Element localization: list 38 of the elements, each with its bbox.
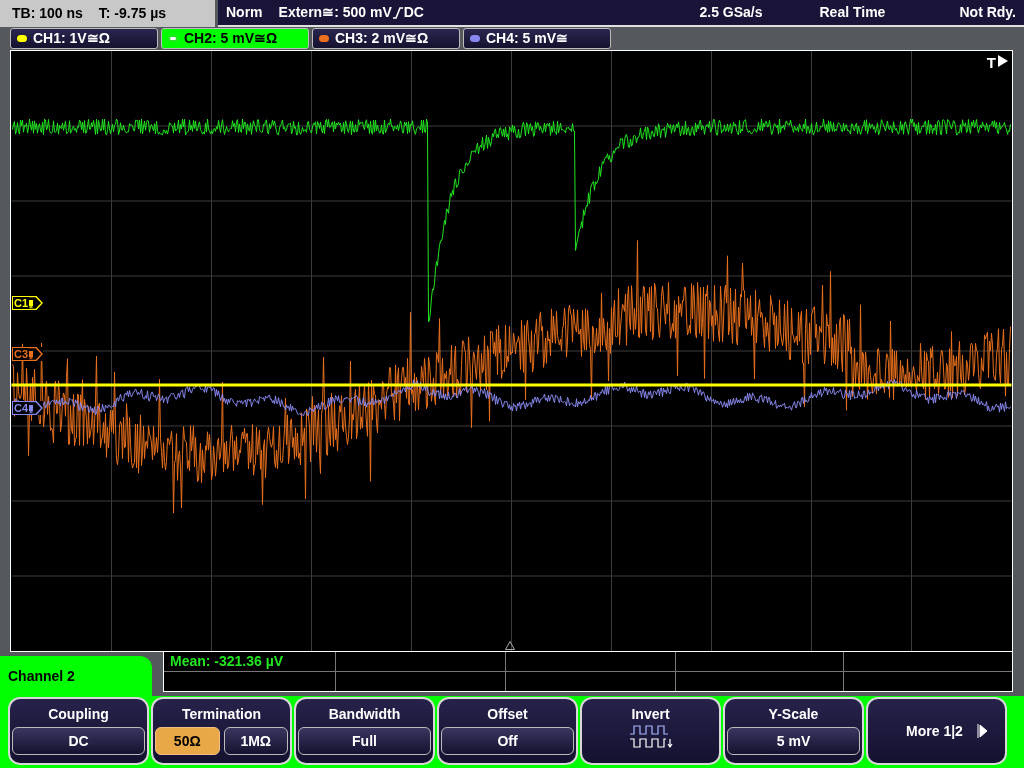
channel-marker: C4 <box>12 401 44 415</box>
option-button[interactable]: DC <box>12 727 145 755</box>
softkey-label: Y-Scale <box>768 705 819 722</box>
menu-title: Channel 2 <box>8 666 75 686</box>
trigger-coupling-text: DC <box>403 3 424 22</box>
channel-tab[interactable]: CH1: 1V≅Ω <box>10 28 158 49</box>
softkey-label: More 1|2 <box>906 721 963 741</box>
next-page-icon <box>976 724 987 738</box>
softkey-label: Coupling <box>48 705 109 722</box>
rising-edge-icon <box>392 6 403 19</box>
option-button[interactable]: 50Ω <box>155 727 220 755</box>
option-button[interactable]: Off <box>441 727 574 755</box>
softkey-label: Invert <box>631 705 670 722</box>
invert-waveform-icon <box>628 724 673 750</box>
trigger-mode-text: Norm <box>226 3 263 22</box>
sample-rate-text: 2.5 GSa/s <box>699 3 764 22</box>
trigger-offset-text: T: -9.75 µs <box>98 4 167 23</box>
acquisition-text: Real Time <box>819 3 887 22</box>
channel-tab[interactable]: CH4: 5 mV≅ <box>463 28 611 49</box>
trigger-position-icon <box>505 641 515 650</box>
channel-tab[interactable]: CH2: 5 mV≅Ω <box>161 28 309 49</box>
softkey-label: Bandwidth <box>328 705 401 722</box>
timebase-text: TB: 100 ns <box>12 4 83 23</box>
softkey-label: Termination <box>181 705 262 722</box>
softkey-panel[interactable]: Invert <box>580 697 721 765</box>
channel-marker: C3 <box>12 347 44 361</box>
status-text: Not Rdy. <box>959 3 1016 22</box>
trigger-label: T <box>986 53 996 73</box>
option-button[interactable]: 5 mV <box>727 727 860 755</box>
softkey-panel[interactable]: More 1|2 <box>866 697 1007 765</box>
channel-tab[interactable]: CH3: 2 mV≅Ω <box>312 28 460 49</box>
channel-marker: C1 <box>12 296 44 310</box>
option-button[interactable]: Full <box>298 727 431 755</box>
trigger-arrow-icon <box>998 55 1008 67</box>
trigger-source-text: Extern≅: 500 mV <box>278 3 392 22</box>
option-button[interactable]: 1MΩ <box>223 727 288 755</box>
softkey-label: Offset <box>487 705 528 722</box>
measurement-text: Mean: -321.36 µV <box>170 651 284 671</box>
